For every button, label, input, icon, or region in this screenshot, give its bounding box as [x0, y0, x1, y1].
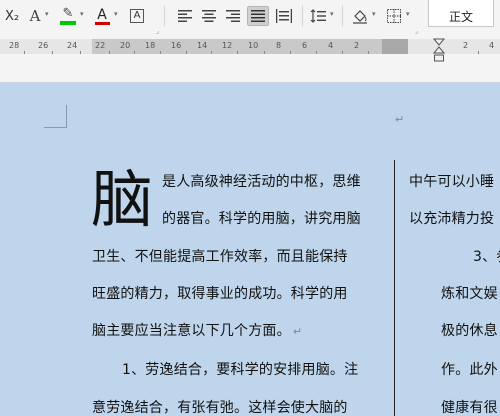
- ruler-tick: [368, 51, 369, 54]
- text-line[interactable]: 是人高级神经活动的中枢，思维: [162, 171, 361, 191]
- ruler-number: 18: [145, 41, 156, 50]
- text-line[interactable]: 作。此外: [441, 359, 498, 379]
- subscript-icon: X₂: [4, 8, 20, 24]
- font-group-expander-icon[interactable]: ⌟: [156, 27, 159, 35]
- highlight-button[interactable]: ✎: [58, 6, 78, 26]
- ruler-number: 24: [67, 41, 78, 50]
- ruler-tick: [211, 51, 212, 54]
- ruler-number: 2: [463, 41, 469, 50]
- text-line[interactable]: 健康有很: [441, 397, 498, 416]
- page-corner-mark: [66, 105, 67, 128]
- toolbar-separator: [164, 6, 165, 26]
- ruler-tick: [316, 51, 317, 54]
- align-center-icon: [202, 10, 216, 22]
- ruler-tick: [160, 51, 161, 54]
- text-line-content: 脑主要应当注意以下几个方面。: [92, 323, 291, 339]
- line-spacing-button[interactable]: [308, 6, 328, 26]
- paint-bucket-icon: [353, 9, 367, 24]
- highlighter-icon: ✎: [62, 6, 74, 21]
- borders-dropdown-icon[interactable]: ▾: [406, 10, 410, 18]
- text-effect-button[interactable]: A: [26, 6, 44, 26]
- ruler-number: 10: [248, 41, 259, 50]
- ruler-right-area: [408, 39, 500, 54]
- ribbon-toolbar: X₂ A ▾ ✎ ▾ A ▾ A ▾ ▾ ▾ 正文 ⌟ ⌟: [0, 0, 500, 35]
- align-center-button[interactable]: [200, 6, 218, 26]
- ruler-number: 14: [197, 41, 208, 50]
- shading-dropdown-icon[interactable]: ▾: [372, 10, 376, 18]
- text-line[interactable]: 3、参: [473, 246, 500, 266]
- style-normal-button[interactable]: 正文: [428, 0, 494, 27]
- ruler-number: 4: [328, 41, 334, 50]
- distributed-align-button[interactable]: [274, 6, 294, 26]
- highlight-color-bar: [60, 21, 76, 25]
- ruler-number: 22: [95, 41, 106, 50]
- text-line[interactable]: 1、劳逸结合，要科学的安排用脑。注: [122, 359, 358, 379]
- font-color-bar: [94, 21, 110, 25]
- font-color-button[interactable]: A: [93, 6, 111, 26]
- distributed-align-icon: [276, 9, 292, 23]
- line-spacing-icon: [310, 9, 326, 23]
- text-effect-dropdown-icon[interactable]: ▾: [45, 10, 49, 18]
- ruler-number: 4: [489, 41, 495, 50]
- align-left-button[interactable]: [176, 6, 194, 26]
- text-line[interactable]: 卫生、不但能提高工作效率，而且能保持: [92, 246, 348, 266]
- subscript-button[interactable]: X₂: [2, 6, 22, 26]
- shading-button[interactable]: [350, 6, 370, 26]
- ruler-tick: [478, 51, 479, 54]
- ruler-tick: [237, 51, 238, 54]
- ruler-number: 28: [9, 41, 20, 50]
- text-line[interactable]: 极的休息: [441, 320, 498, 340]
- ruler-tick: [342, 51, 343, 54]
- text-line[interactable]: 以充沛精力投: [409, 208, 494, 228]
- paragraph-mark: ↵: [395, 113, 405, 126]
- text-line[interactable]: 炼和文娱: [441, 283, 498, 303]
- justify-icon: [251, 10, 265, 22]
- font-color-dropdown-icon[interactable]: ▾: [114, 10, 118, 18]
- highlight-dropdown-icon[interactable]: ▾: [80, 10, 84, 18]
- align-left-icon: [178, 10, 192, 22]
- page-corner-mark: [44, 127, 67, 128]
- text-line[interactable]: 脑主要应当注意以下几个方面。 ↵: [92, 320, 302, 340]
- toolbar-separator: [302, 6, 303, 26]
- drop-cap[interactable]: 脑: [91, 165, 153, 235]
- text-effect-icon: A: [29, 7, 41, 25]
- ruler-number: 12: [222, 41, 233, 50]
- font-color-icon: A: [97, 6, 107, 23]
- ruler-number: 20: [120, 41, 131, 50]
- indent-marker-icon[interactable]: [433, 38, 445, 64]
- ruler-tick: [264, 51, 265, 54]
- ruler-tick: [186, 51, 187, 54]
- text-line[interactable]: 意劳逸结合，有张有弛。这样会使大脑的: [92, 397, 348, 416]
- align-right-button[interactable]: [224, 6, 242, 26]
- ruler-tick: [290, 51, 291, 54]
- style-normal-label: 正文: [448, 10, 473, 24]
- toolbar-separator: [342, 6, 343, 26]
- ruler-number: 2: [354, 41, 360, 50]
- ruler-tick: [80, 51, 81, 54]
- text-line[interactable]: 的器官。科学的用脑，讲究用脑: [162, 208, 361, 228]
- horizontal-ruler: 28 26 24 22 20 18 16 14 12 10 8 6 4 2 2 …: [0, 35, 500, 83]
- ruler-tick: [134, 51, 135, 54]
- ruler-number: 6: [302, 41, 308, 50]
- ruler-number: 16: [171, 41, 182, 50]
- paragraph-mark: ↵: [292, 325, 303, 338]
- borders-button[interactable]: [384, 6, 404, 26]
- char-border-button[interactable]: A: [127, 6, 147, 26]
- ruler-tick: [24, 51, 25, 54]
- ruler-number: 26: [38, 41, 49, 50]
- char-border-icon: A: [130, 9, 144, 23]
- ruler-number: 8: [276, 41, 282, 50]
- text-line[interactable]: 旺盛的精力，取得事业的成功。科学的用: [92, 283, 348, 303]
- column-divider-line: [394, 160, 395, 416]
- align-right-icon: [226, 10, 240, 22]
- ruler-tick: [109, 51, 110, 54]
- line-spacing-dropdown-icon[interactable]: ▾: [330, 10, 334, 18]
- ruler-tick: [52, 51, 53, 54]
- paragraph-group-expander-icon[interactable]: ⌟: [415, 27, 418, 35]
- ruler-column-gap[interactable]: [382, 39, 408, 54]
- borders-icon: [387, 9, 401, 23]
- text-line[interactable]: 中午可以小睡: [409, 171, 494, 191]
- justify-button[interactable]: [247, 6, 269, 26]
